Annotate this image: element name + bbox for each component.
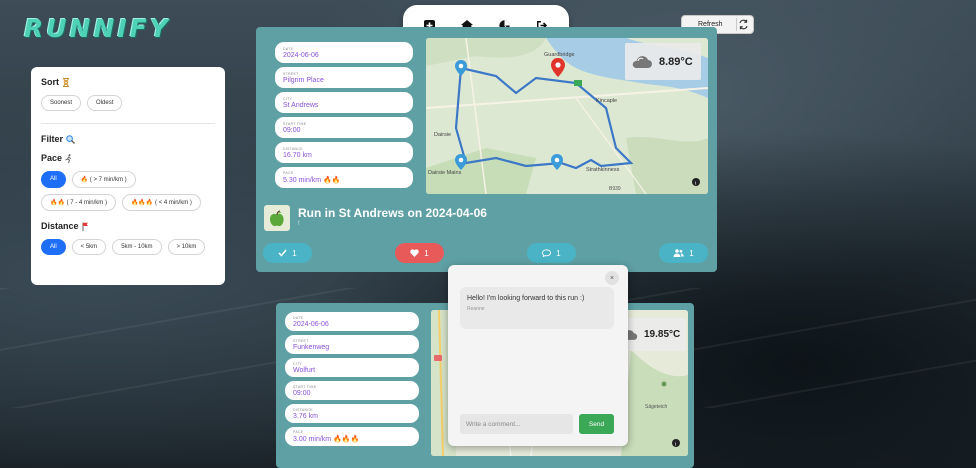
field-value: 3.00 min/km 🔥🔥🔥 [293, 436, 360, 443]
weather-temp: 19.85°C [644, 329, 681, 340]
weather-temp: 8.89°C [659, 55, 693, 68]
field-label: CITY [283, 96, 293, 101]
field-value: 09:00 [283, 126, 301, 134]
comment-count: 1 [556, 248, 561, 258]
map-label: Dairsie [434, 132, 451, 138]
street-field: STREET Funkenweg [285, 335, 419, 354]
pace-all-chip[interactable]: All [41, 171, 66, 188]
map-label: Kincaple [596, 98, 617, 104]
map-label: Dairsie Mains [428, 170, 462, 176]
field-label: STREET [283, 71, 299, 76]
run-subtitle: ! [298, 221, 300, 227]
comment-icon [542, 249, 552, 257]
sort-title: Sort [41, 77, 59, 87]
refresh-icon [739, 19, 748, 30]
field-label: DATE [283, 46, 294, 51]
field-label: DISTANCE [283, 146, 303, 151]
magnifier-icon [66, 134, 75, 144]
close-button[interactable]: × [605, 271, 619, 285]
pace-field: PACE 5.30 min/km 🔥🔥 [275, 167, 413, 188]
field-label: DISTANCE [293, 407, 313, 412]
map-label: B939 [609, 186, 621, 192]
field-label: PACE [283, 171, 294, 175]
divider [41, 123, 215, 124]
field-label: STREET [293, 338, 309, 343]
like-button[interactable]: 1 [395, 243, 444, 263]
distance-short-chip[interactable]: < 5km [71, 239, 107, 255]
field-label: CITY [293, 361, 303, 366]
field-label: START TIME [283, 121, 307, 126]
field-value: St Andrews [283, 101, 319, 109]
street-field: STREET Pilgrim Place [275, 67, 413, 88]
run-avatar [264, 205, 290, 231]
pace-slow-chip[interactable]: 🔥 ( > 7 min/km ) [71, 171, 136, 188]
run-info-list: DATE 2024-06-06 STREET Funkenweg CITY Wo… [285, 312, 419, 450]
distance-long-chip[interactable]: > 10km [167, 239, 206, 255]
participants-button[interactable]: 1 [659, 243, 708, 263]
flag-icon [82, 222, 88, 231]
field-label: PACE [293, 430, 304, 434]
field-label: START TIME [293, 384, 317, 389]
distance-field: DISTANCE 3.76 km [285, 404, 419, 423]
date-field: DATE 2024-06-06 [285, 312, 419, 331]
field-value: 2024-06-06 [293, 320, 329, 328]
pace-field: PACE 3.00 min/km 🔥🔥🔥 [285, 427, 419, 446]
field-value: 16.70 km [283, 151, 312, 159]
start-time-field: START TIME 09:00 [285, 381, 419, 400]
sort-soonest-chip[interactable]: Soonest [41, 95, 82, 111]
field-label: DATE [293, 315, 304, 320]
field-value: Pilgrim Place [283, 76, 324, 84]
comments-popup: × Hello! I'm looking forward to this run… [448, 265, 628, 446]
send-button[interactable]: Send [579, 414, 614, 434]
heart-icon [410, 249, 419, 257]
users-icon [673, 249, 684, 257]
comment-author: Reanne [467, 306, 485, 313]
join-count: 1 [292, 248, 297, 258]
city-field: CITY St Andrews [275, 92, 413, 113]
participants-count: 1 [689, 248, 694, 258]
date-field: DATE 2024-06-06 [275, 42, 413, 63]
distance-field: DISTANCE 16.70 km [275, 142, 413, 163]
distance-medium-chip[interactable]: 5km - 10km [112, 239, 162, 255]
like-count: 1 [424, 248, 429, 258]
comment-button[interactable]: 1 [527, 243, 576, 263]
app-logo: RUNNIFY [24, 14, 171, 43]
pace-title: Pace [41, 153, 63, 163]
city-field: CITY Wolfurt [285, 358, 419, 377]
map-label: Strathkinness [586, 167, 620, 173]
pace-heading: Pace [41, 153, 215, 163]
apple-icon [269, 210, 284, 226]
filter-title: Filter [41, 134, 64, 144]
distance-heading: Distance [41, 221, 215, 231]
cloud-icon [632, 56, 652, 68]
filter-panel: Sort Soonest Oldest Filter Pace All 🔥 ( … [31, 67, 225, 285]
start-time-field: START TIME 09:00 [275, 117, 413, 138]
comment-text: Hello! I'm looking forward to this run :… [467, 295, 585, 302]
weather-badge: 8.89°C [625, 43, 701, 80]
run-title: Run in St Andrews on 2024-04-06 [298, 206, 487, 220]
distance-title: Distance [41, 221, 79, 231]
hourglass-icon [63, 77, 69, 87]
sort-heading: Sort [41, 77, 215, 87]
pace-fast-chip[interactable]: 🔥🔥🔥 ( < 4 min/km ) [121, 194, 201, 211]
field-value: Funkenweg [293, 343, 330, 351]
field-value: 09:00 [293, 389, 311, 397]
field-value: 5.30 min/km 🔥🔥 [283, 177, 341, 184]
map-label: Guardbridge [544, 52, 575, 58]
pace-medium-chip[interactable]: 🔥🔥 ( 7 - 4 min/km ) [41, 194, 116, 211]
sort-oldest-chip[interactable]: Oldest [87, 95, 123, 111]
field-value: 2024-06-06 [283, 51, 319, 59]
check-icon [278, 249, 287, 257]
field-value: 3.76 km [293, 412, 318, 420]
comment-input[interactable]: Write a comment... [460, 414, 573, 434]
comment-bubble: Hello! I'm looking forward to this run :… [460, 287, 614, 329]
run-info-list: DATE 2024-06-06 STREET Pilgrim Place CIT… [275, 42, 413, 192]
field-value: Wolfurt [293, 366, 316, 374]
filter-heading: Filter [41, 134, 215, 144]
runner-icon [65, 153, 72, 163]
distance-all-chip[interactable]: All [41, 239, 66, 255]
join-button[interactable]: 1 [263, 243, 312, 263]
map-label: Sägeteich [645, 404, 667, 410]
